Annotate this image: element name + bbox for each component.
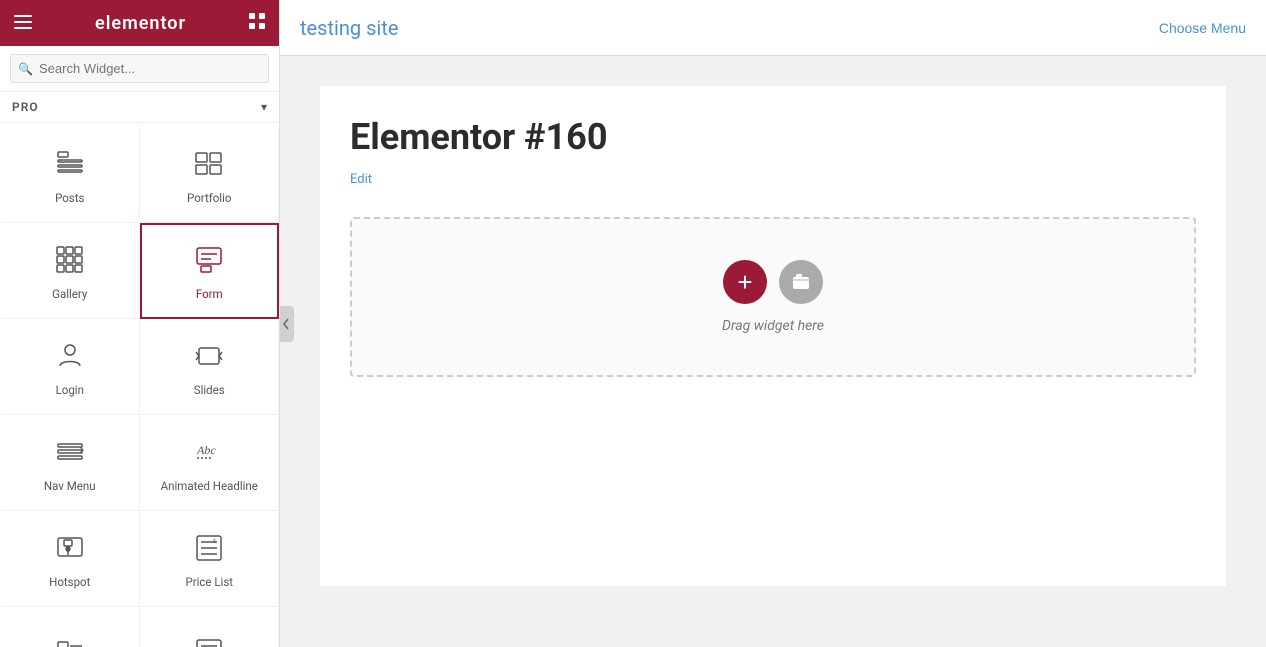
nav-menu-icon	[54, 436, 86, 473]
canvas-area: Elementor #160 Edit + Drag widget here	[280, 56, 1266, 647]
hamburger-icon[interactable]	[14, 13, 32, 34]
widget-item-slides[interactable]: Slides	[140, 319, 280, 415]
sidebar-collapse-handle[interactable]	[280, 306, 294, 342]
widget-item-price-list[interactable]: $ Price List	[140, 511, 280, 607]
hotspot-icon	[54, 532, 86, 569]
posts-icon	[54, 148, 86, 185]
price-list-label: Price List	[185, 575, 233, 590]
form-icon	[193, 244, 225, 281]
widget-item-nav-menu[interactable]: Nav Menu	[0, 415, 140, 511]
animated-headline-label: Animated Headline	[161, 479, 258, 494]
page-title: Elementor #160	[350, 116, 1196, 158]
nav-menu-label: Nav Menu	[44, 479, 96, 494]
pro-bar[interactable]: PRO ▾	[0, 92, 279, 123]
slides-label: Slides	[194, 383, 225, 398]
site-title: testing site	[300, 16, 398, 40]
sidebar: elementor 🔍 PRO ▾	[0, 0, 280, 647]
drag-widget-text: Drag widget here	[722, 318, 824, 334]
posts-label: Posts	[55, 191, 84, 206]
animated-headline-icon: Abc	[193, 436, 225, 473]
slides-icon	[193, 340, 225, 377]
portfolio-label: Portfolio	[187, 191, 231, 206]
pro-label: PRO	[12, 100, 39, 114]
gallery-icon	[54, 244, 86, 281]
gallery-label: Gallery	[52, 287, 87, 302]
widget-item-posts[interactable]: Posts	[0, 127, 140, 223]
page-content: Elementor #160 Edit + Drag widget here	[320, 86, 1226, 586]
hotspot-label: Hotspot	[49, 575, 90, 590]
add-widget-button[interactable]: +	[723, 260, 767, 304]
widget-item-login[interactable]: Login	[0, 319, 140, 415]
widget-item-portfolio[interactable]: Portfolio	[140, 127, 280, 223]
search-bar: 🔍	[0, 46, 279, 92]
widget-12-icon	[193, 636, 225, 647]
grid-icon[interactable]	[249, 13, 265, 34]
svg-text:$: $	[213, 538, 216, 545]
edit-link[interactable]: Edit	[350, 172, 372, 187]
top-bar: testing site Choose Menu	[280, 0, 1266, 56]
login-icon	[54, 340, 86, 377]
elementor-logo: elementor	[95, 13, 186, 34]
widget-item-gallery[interactable]: Gallery	[0, 223, 140, 319]
search-icon: 🔍	[18, 62, 33, 76]
drop-zone[interactable]: + Drag widget here	[350, 217, 1196, 377]
sidebar-header: elementor	[0, 0, 279, 46]
page-header: Elementor #160 Edit	[320, 86, 1226, 187]
widget-11-icon	[54, 636, 86, 647]
drop-buttons: +	[723, 260, 823, 304]
form-label: Form	[196, 287, 223, 302]
portfolio-icon	[193, 148, 225, 185]
widget-grid: Posts Portfolio	[0, 123, 279, 647]
pro-chevron-icon: ▾	[261, 100, 267, 114]
widget-item-animated-headline[interactable]: Abc Animated Headline	[140, 415, 280, 511]
widget-item-11[interactable]	[0, 607, 140, 647]
main-area: testing site Choose Menu Elementor #160 …	[280, 0, 1266, 647]
login-label: Login	[56, 383, 84, 398]
widget-item-form[interactable]: Form	[140, 223, 280, 319]
price-list-icon: $	[193, 532, 225, 569]
search-input[interactable]	[10, 54, 269, 83]
template-button[interactable]	[779, 260, 823, 304]
svg-text:Abc: Abc	[196, 443, 216, 457]
widget-item-hotspot[interactable]: Hotspot	[0, 511, 140, 607]
choose-menu-button[interactable]: Choose Menu	[1159, 20, 1246, 36]
widget-item-12[interactable]	[140, 607, 280, 647]
